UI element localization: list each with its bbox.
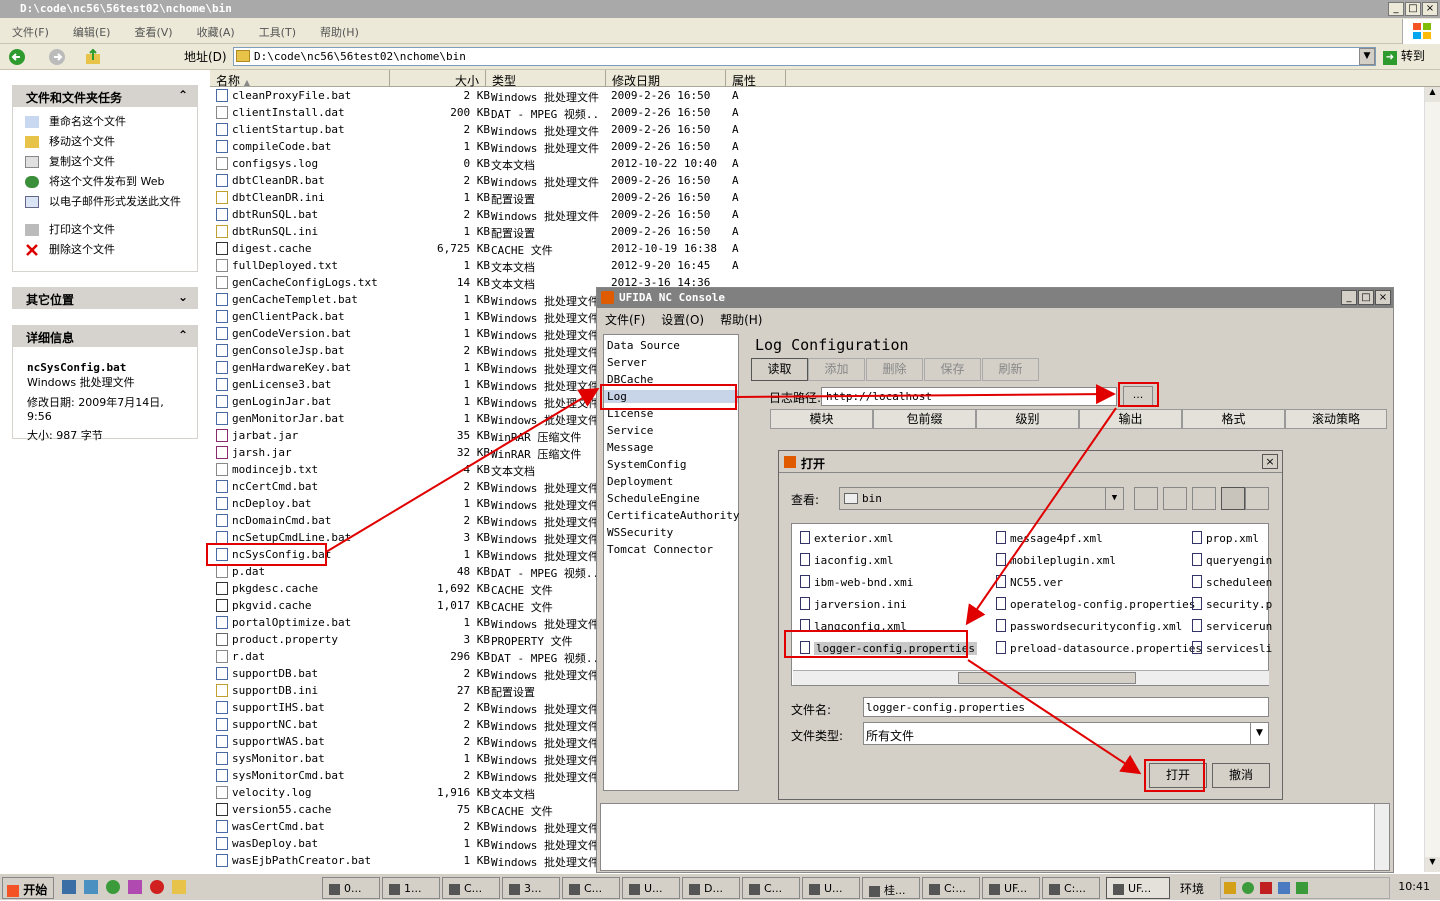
clock: 10:41 bbox=[1398, 880, 1430, 893]
highlight-open-button bbox=[1144, 759, 1205, 792]
app-icon[interactable] bbox=[172, 880, 186, 894]
app-icon bbox=[449, 883, 460, 895]
app-icon[interactable] bbox=[128, 880, 142, 894]
app-icon bbox=[869, 885, 880, 897]
app-icon bbox=[1113, 883, 1124, 895]
highlight-ncsysconfig bbox=[206, 543, 327, 566]
highlight-browse-button bbox=[1118, 382, 1159, 407]
taskbar-button[interactable]: 3... bbox=[502, 877, 560, 899]
taskbar-button[interactable]: UF... bbox=[1106, 877, 1170, 899]
taskbar-button[interactable]: 桂... bbox=[862, 877, 920, 899]
annotation-arrows bbox=[325, 384, 1142, 775]
desktop-icon[interactable] bbox=[62, 880, 76, 894]
windows-flag-icon bbox=[7, 884, 19, 897]
taskbar-button[interactable]: C:... bbox=[922, 877, 980, 899]
arrow-file-to-open bbox=[967, 659, 1142, 775]
taskbar-button[interactable]: C... bbox=[742, 877, 800, 899]
app-icon bbox=[809, 883, 820, 895]
taskbar-button-label: C... bbox=[584, 882, 603, 895]
taskbar-button-label: U... bbox=[644, 882, 663, 895]
tray-icon[interactable] bbox=[1278, 882, 1290, 894]
taskbar-button-label: C:... bbox=[944, 882, 966, 895]
app-icon bbox=[929, 883, 940, 895]
highlight-log-item bbox=[600, 384, 737, 410]
taskbar-button[interactable]: U... bbox=[622, 877, 680, 899]
app-icon bbox=[509, 883, 520, 895]
taskbar-button[interactable]: 0... bbox=[322, 877, 380, 899]
taskbar-button-label: C... bbox=[464, 882, 483, 895]
taskbar-button-label: D... bbox=[704, 882, 723, 895]
app-icon bbox=[389, 883, 400, 895]
arrow-browse-to-file bbox=[965, 407, 1117, 626]
taskbar-button-label: C:... bbox=[1064, 882, 1086, 895]
taskbar: 开始 环境 10:41 0... 1... C... 3... C... U... D...… bbox=[0, 873, 1440, 900]
env-label[interactable]: 环境 bbox=[1180, 880, 1204, 897]
quick-launch bbox=[62, 880, 202, 896]
tray-icon[interactable] bbox=[1242, 882, 1254, 894]
highlight-logger-config bbox=[784, 630, 968, 658]
taskbar-button[interactable]: UF... bbox=[982, 877, 1040, 899]
start-button[interactable]: 开始 bbox=[2, 877, 54, 899]
app-icon bbox=[1049, 883, 1060, 895]
taskbar-button-label: C... bbox=[764, 882, 783, 895]
system-tray bbox=[1220, 877, 1390, 899]
taskbar-button-label: 1... bbox=[404, 882, 422, 895]
app-icon bbox=[569, 883, 580, 895]
taskbar-button-label: 桂... bbox=[884, 884, 906, 897]
taskbar-button[interactable]: 1... bbox=[382, 877, 440, 899]
taskbar-button[interactable]: C... bbox=[442, 877, 500, 899]
taskbar-button[interactable]: C... bbox=[562, 877, 620, 899]
browser-icon[interactable] bbox=[106, 880, 120, 894]
taskbar-button-label: U... bbox=[824, 882, 843, 895]
arrow-log-to-browse bbox=[735, 384, 1116, 405]
taskbar-button[interactable]: C:... bbox=[1042, 877, 1100, 899]
taskbar-button[interactable]: D... bbox=[682, 877, 740, 899]
app-icon[interactable] bbox=[150, 880, 164, 894]
arrow-file-to-log bbox=[325, 387, 600, 553]
tray-icon[interactable] bbox=[1260, 882, 1272, 894]
tray-icon[interactable] bbox=[1296, 882, 1308, 894]
app-icon bbox=[749, 883, 760, 895]
network-icon[interactable] bbox=[84, 880, 98, 894]
app-icon bbox=[689, 883, 700, 895]
app-icon bbox=[989, 883, 1000, 895]
taskbar-button[interactable]: U... bbox=[802, 877, 860, 899]
start-label: 开始 bbox=[23, 883, 48, 897]
taskbar-button-label: 0... bbox=[344, 882, 362, 895]
taskbar-button-label: UF... bbox=[1128, 882, 1152, 895]
app-icon bbox=[329, 883, 340, 895]
app-icon bbox=[629, 883, 640, 895]
taskbar-button-label: UF... bbox=[1004, 882, 1028, 895]
taskbar-button-label: 3... bbox=[524, 882, 542, 895]
shield-icon[interactable] bbox=[1224, 882, 1236, 894]
